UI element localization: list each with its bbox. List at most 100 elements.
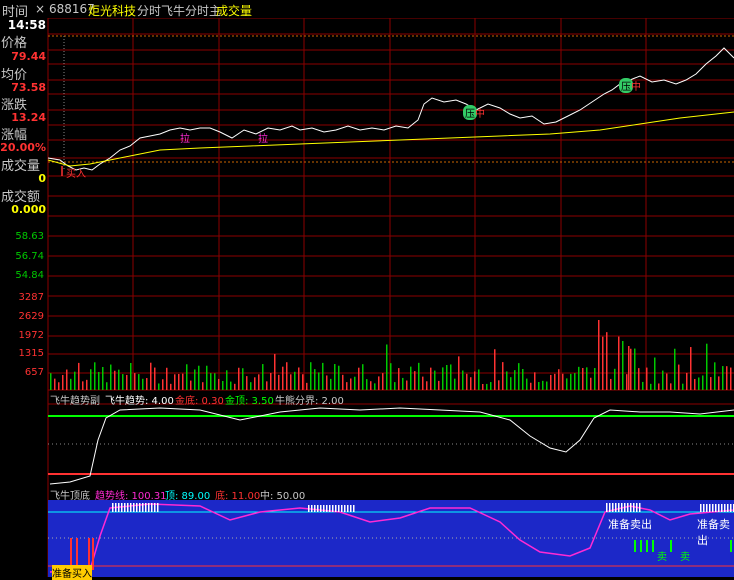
volume-bar bbox=[442, 367, 444, 390]
volume-bar bbox=[438, 380, 440, 390]
peak-bar bbox=[142, 503, 144, 512]
ya-signal-b: 中 bbox=[631, 82, 641, 93]
peak-bar bbox=[715, 504, 717, 512]
volume-bar bbox=[590, 377, 592, 390]
volume-bar bbox=[462, 370, 464, 390]
avg-value: 73.58 bbox=[11, 81, 46, 94]
volume-bar bbox=[170, 383, 172, 390]
view-mode[interactable]: 分时 bbox=[137, 2, 161, 19]
volume-bar bbox=[482, 383, 484, 390]
volume-bar bbox=[154, 367, 156, 390]
peak-bar bbox=[627, 503, 629, 512]
volume-bar bbox=[310, 362, 312, 390]
trend-panel-name[interactable]: 飞牛趋势副 bbox=[50, 392, 100, 407]
indicator-name[interactable]: 飞牛分时主 bbox=[161, 2, 221, 19]
peak-bar bbox=[630, 503, 632, 512]
volume-bar bbox=[226, 370, 228, 390]
volume-bar bbox=[234, 383, 236, 390]
volume-bar bbox=[314, 369, 316, 390]
topbottom-panel-name[interactable]: 飞牛顶底 bbox=[50, 487, 90, 502]
volume-bar bbox=[130, 362, 132, 390]
volume-bar bbox=[622, 341, 624, 390]
volume-bar bbox=[378, 376, 380, 390]
volume-bar bbox=[54, 378, 56, 390]
volume-bar bbox=[698, 377, 700, 390]
volume-bar bbox=[214, 373, 216, 390]
peak-bar bbox=[609, 503, 611, 512]
volume-bar bbox=[390, 363, 392, 390]
volume-bar bbox=[174, 374, 176, 390]
volume-bar bbox=[398, 368, 400, 390]
peak-bar bbox=[320, 505, 322, 512]
peak-bar bbox=[730, 504, 732, 512]
peak-bar bbox=[118, 503, 120, 512]
bull-bear-value: 牛熊分界: 2.00 bbox=[275, 396, 344, 407]
volume-bar bbox=[262, 364, 264, 390]
peak-bar bbox=[311, 505, 313, 512]
volume-bar bbox=[562, 373, 564, 390]
volume-bar bbox=[258, 374, 260, 390]
volume-bar bbox=[566, 378, 568, 390]
volume-bar bbox=[714, 362, 716, 390]
peak-bar bbox=[124, 503, 126, 512]
volume-bar bbox=[478, 369, 480, 390]
volume-indicator-name[interactable]: 成交量 bbox=[216, 2, 252, 19]
volume-bar bbox=[50, 373, 52, 390]
peak-bar bbox=[727, 504, 729, 512]
volume-bar bbox=[78, 362, 80, 390]
volume-bar bbox=[354, 376, 356, 390]
volume-bar bbox=[294, 371, 296, 390]
sell-signal-bar bbox=[634, 540, 636, 552]
trend-panel-header: 飞牛趋势副 飞牛趋势: 4.00 金底: 0.30 金顶: 3.50 牛熊分界:… bbox=[50, 392, 734, 407]
peak-bar bbox=[712, 504, 714, 512]
peak-bar bbox=[624, 503, 626, 512]
volume-bar bbox=[394, 382, 396, 390]
volume-bar bbox=[666, 373, 668, 390]
peak-bar bbox=[338, 505, 340, 512]
volume-bar bbox=[202, 382, 204, 390]
volume-bar bbox=[618, 336, 620, 390]
peak-bar bbox=[615, 503, 617, 512]
peak-bar bbox=[317, 505, 319, 512]
trend-line-value: 趋势线: 100.31 bbox=[95, 491, 167, 502]
volume-bar bbox=[650, 383, 652, 390]
peak-bar bbox=[133, 503, 135, 512]
volume-bar bbox=[322, 362, 324, 390]
volume-bar bbox=[434, 370, 436, 390]
volume-bar bbox=[222, 380, 224, 390]
volume-bar bbox=[554, 373, 556, 390]
volume-bar bbox=[246, 376, 248, 390]
sell-signal-bar bbox=[652, 540, 654, 552]
volume-bar bbox=[574, 373, 576, 390]
volume-bar bbox=[74, 371, 76, 390]
volume-bar bbox=[694, 378, 696, 390]
volume-bar bbox=[534, 372, 536, 390]
volume-bar bbox=[466, 373, 468, 390]
peak-bar bbox=[606, 503, 608, 512]
volume-bar bbox=[454, 378, 456, 390]
volume-bar bbox=[446, 364, 448, 390]
volume-bar bbox=[70, 378, 72, 390]
volume-bar bbox=[106, 382, 108, 390]
volume-bar bbox=[122, 374, 124, 390]
volume-bar bbox=[418, 362, 420, 390]
volume-bar bbox=[346, 382, 348, 390]
volume-axis-tick: 2629 bbox=[18, 311, 44, 322]
volume-bar bbox=[114, 370, 116, 390]
volume-bar bbox=[158, 383, 160, 390]
peak-bar bbox=[112, 503, 114, 512]
stock-name: 炬光科技 bbox=[88, 4, 137, 18]
topbottom-panel-header: 飞牛顶底 趋势线: 100.31 顶: 89.00 底: 11.00 中: 50… bbox=[50, 487, 734, 502]
close-icon[interactable]: × bbox=[35, 2, 45, 16]
peak-bar bbox=[329, 505, 331, 512]
volume-bar bbox=[726, 366, 728, 390]
volume-bar bbox=[674, 348, 676, 390]
volume-bar bbox=[194, 369, 196, 390]
volume-bar bbox=[730, 367, 732, 390]
volume-label: 成交量 bbox=[1, 159, 41, 174]
sell-label: 卖 bbox=[657, 552, 667, 563]
volume-bar bbox=[426, 381, 428, 390]
volume-bar bbox=[402, 377, 404, 390]
volume-bar bbox=[538, 382, 540, 390]
price-value: 79.44 bbox=[11, 50, 46, 63]
